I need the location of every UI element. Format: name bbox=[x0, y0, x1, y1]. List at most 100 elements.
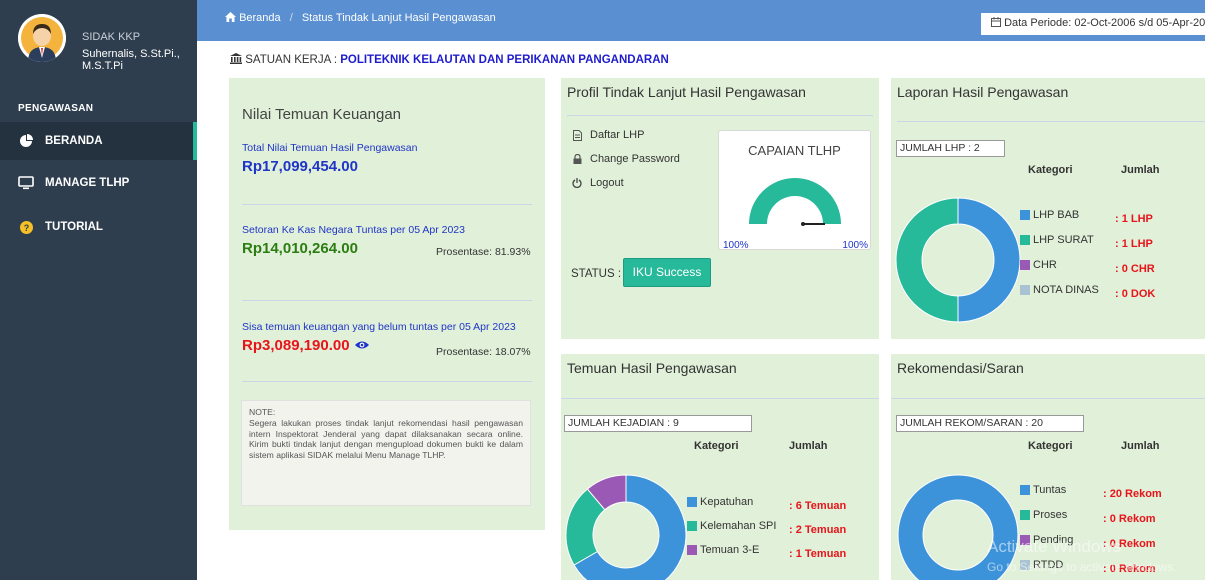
sidebar: SIDAK KKP Suhernalis, S.St.Pi., M.S.T.Pi… bbox=[0, 0, 197, 580]
sidebar-item-label: BERANDA bbox=[45, 135, 103, 147]
menu-label: Logout bbox=[590, 177, 624, 189]
divider bbox=[242, 381, 532, 382]
institution-icon bbox=[230, 53, 245, 66]
legend-value: : 1 LHP bbox=[1115, 213, 1153, 225]
legend-value: : 0 Rekom bbox=[1103, 513, 1156, 525]
legend-swatch bbox=[687, 545, 697, 555]
windows-activation-hint: Go to Settings to activate Windows. bbox=[987, 560, 1177, 574]
legend-item: LHP BAB bbox=[1020, 209, 1079, 221]
legend-swatch bbox=[1020, 260, 1030, 270]
col-jumlah: Jumlah bbox=[1121, 440, 1160, 452]
power-icon bbox=[571, 178, 583, 188]
topbar: Beranda / Status Tindak Lanjut Hasil Pen… bbox=[197, 0, 1205, 41]
total-value: Rp17,099,454.00 bbox=[242, 158, 358, 175]
divider bbox=[242, 204, 532, 205]
menu-daftar-lhp[interactable]: Daftar LHP bbox=[571, 129, 644, 141]
windows-activation-watermark: Activate Windows bbox=[987, 537, 1122, 556]
divider bbox=[567, 115, 873, 116]
kejadian-count-box: JUMLAH KEJADIAN : 9 bbox=[564, 415, 752, 432]
menu-logout[interactable]: Logout bbox=[571, 177, 624, 189]
gauge-min-label: 100% bbox=[723, 240, 749, 251]
legend-value: : 2 Temuan bbox=[789, 524, 847, 536]
col-jumlah: Jumlah bbox=[789, 440, 828, 452]
col-kategori: Kategori bbox=[1028, 440, 1073, 452]
legend-swatch bbox=[1020, 210, 1030, 220]
col-kategori: Kategori bbox=[694, 440, 739, 452]
sisa-percentage: Prosentase: 18.07% bbox=[436, 346, 531, 358]
menu-change-password[interactable]: Change Password bbox=[571, 153, 680, 165]
lock-icon bbox=[571, 154, 583, 164]
gauge-card: CAPAIAN TLHP 100% 100% bbox=[718, 130, 871, 251]
setoran-value: Rp14,010,264.00 bbox=[242, 240, 358, 257]
eye-icon[interactable] bbox=[354, 339, 369, 353]
gauge-chart bbox=[749, 178, 841, 226]
total-label: Total Nilai Temuan Hasil Pengawasan bbox=[242, 142, 418, 154]
legend-swatch bbox=[1020, 235, 1030, 245]
question-circle-icon: ? bbox=[16, 220, 36, 234]
breadcrumb: Beranda / Status Tindak Lanjut Hasil Pen… bbox=[225, 12, 496, 24]
legend-swatch bbox=[1020, 485, 1030, 495]
divider bbox=[897, 121, 1205, 122]
svg-text:?: ? bbox=[23, 223, 29, 233]
divider bbox=[561, 398, 879, 399]
user-name: Suhernalis, S.St.Pi., M.S.T.Pi bbox=[82, 48, 180, 72]
sisa-row: Rp3,089,190.00 bbox=[242, 337, 369, 354]
legend-swatch bbox=[687, 497, 697, 507]
avatar bbox=[18, 14, 66, 62]
legend-item: LHP SURAT bbox=[1020, 234, 1094, 246]
profil-title: Profil Tindak Lanjut Hasil Pengawasan bbox=[567, 84, 806, 100]
iku-status-button[interactable]: IKU Success bbox=[623, 258, 711, 287]
sidebar-item-beranda[interactable]: BERANDA bbox=[0, 122, 197, 160]
rekom-count-box: JUMLAH REKOM/SARAN : 20 bbox=[896, 415, 1084, 432]
temuan-panel: Temuan Hasil Pengawasan JUMLAH KEJADIAN … bbox=[561, 354, 879, 580]
col-kategori: Kategori bbox=[1028, 164, 1073, 176]
satuan-kerja-label: SATUAN KERJA : bbox=[245, 54, 338, 66]
divider bbox=[242, 300, 532, 301]
sidebar-item-label: TUTORIAL bbox=[45, 221, 103, 233]
home-icon bbox=[225, 12, 239, 24]
file-icon bbox=[571, 129, 583, 141]
breadcrumb-home-link[interactable]: Beranda bbox=[239, 12, 281, 24]
keuangan-panel: Nilai Temuan Keuangan Total Nilai Temuan… bbox=[229, 78, 545, 530]
legend-label: NOTA DINAS bbox=[1033, 284, 1099, 296]
satuan-kerja-value: POLITEKNIK KELAUTAN DAN PERIKANAN PANGAN… bbox=[340, 54, 669, 66]
legend-label: Proses bbox=[1033, 509, 1068, 521]
sidebar-item-manage-tlhp[interactable]: MANAGE TLHP bbox=[0, 164, 197, 202]
donut-slice-lhp-surat bbox=[895, 197, 959, 323]
sisa-value: Rp3,089,190.00 bbox=[242, 337, 350, 354]
menu-label: Daftar LHP bbox=[590, 129, 645, 141]
legend-label: LHP BAB bbox=[1033, 209, 1080, 221]
legend-value: : 0 DOK bbox=[1115, 288, 1156, 300]
status-label: STATUS : bbox=[571, 268, 622, 280]
gauge-max-label: 100% bbox=[842, 240, 868, 251]
legend-item: Temuan 3-E bbox=[687, 544, 759, 556]
legend-swatch bbox=[1020, 285, 1030, 295]
legend-value: : 6 Temuan bbox=[789, 500, 847, 512]
legend-swatch bbox=[1020, 510, 1030, 520]
satuan-kerja: SATUAN KERJA : POLITEKNIK KELAUTAN DAN P… bbox=[230, 53, 669, 66]
note-box: NOTE: Segera lakukan proses tindak lanju… bbox=[241, 400, 531, 506]
breadcrumb-separator: / bbox=[289, 12, 293, 24]
calendar-icon bbox=[991, 17, 1004, 29]
data-period-text: Data Periode: 02-Oct-2006 s/d 05-Apr-202… bbox=[1004, 17, 1205, 29]
sidebar-item-label: MANAGE TLHP bbox=[45, 177, 130, 189]
setoran-percentage: Prosentase: 81.93% bbox=[436, 246, 531, 258]
laporan-panel: Laporan Hasil Pengawasan JUMLAH LHP : 2 … bbox=[891, 78, 1205, 339]
legend-item: CHR bbox=[1020, 259, 1057, 271]
sidebar-item-tutorial[interactable]: ? TUTORIAL bbox=[0, 208, 197, 246]
legend-value: : 1 Temuan bbox=[789, 548, 847, 560]
legend-value: : 20 Rekom bbox=[1103, 488, 1162, 500]
legend-label: Temuan 3-E bbox=[700, 544, 760, 556]
legend-item: Tuntas bbox=[1020, 484, 1066, 496]
keuangan-title: Nilai Temuan Keuangan bbox=[242, 106, 402, 123]
data-period-box: Data Periode: 02-Oct-2006 s/d 05-Apr-202… bbox=[981, 13, 1205, 35]
profile: SIDAK KKP Suhernalis, S.St.Pi., M.S.T.Pi bbox=[0, 0, 197, 78]
legend-label: LHP SURAT bbox=[1033, 234, 1094, 246]
col-jumlah: Jumlah bbox=[1121, 164, 1160, 176]
lhp-count-box: JUMLAH LHP : 2 bbox=[896, 140, 1005, 157]
menu-label: Change Password bbox=[590, 153, 680, 165]
legend-label: Kelemahan SPI bbox=[700, 520, 777, 532]
temuan-donut-chart bbox=[565, 474, 687, 580]
laporan-title: Laporan Hasil Pengawasan bbox=[897, 84, 1069, 100]
legend-item: NOTA DINAS bbox=[1020, 284, 1099, 296]
